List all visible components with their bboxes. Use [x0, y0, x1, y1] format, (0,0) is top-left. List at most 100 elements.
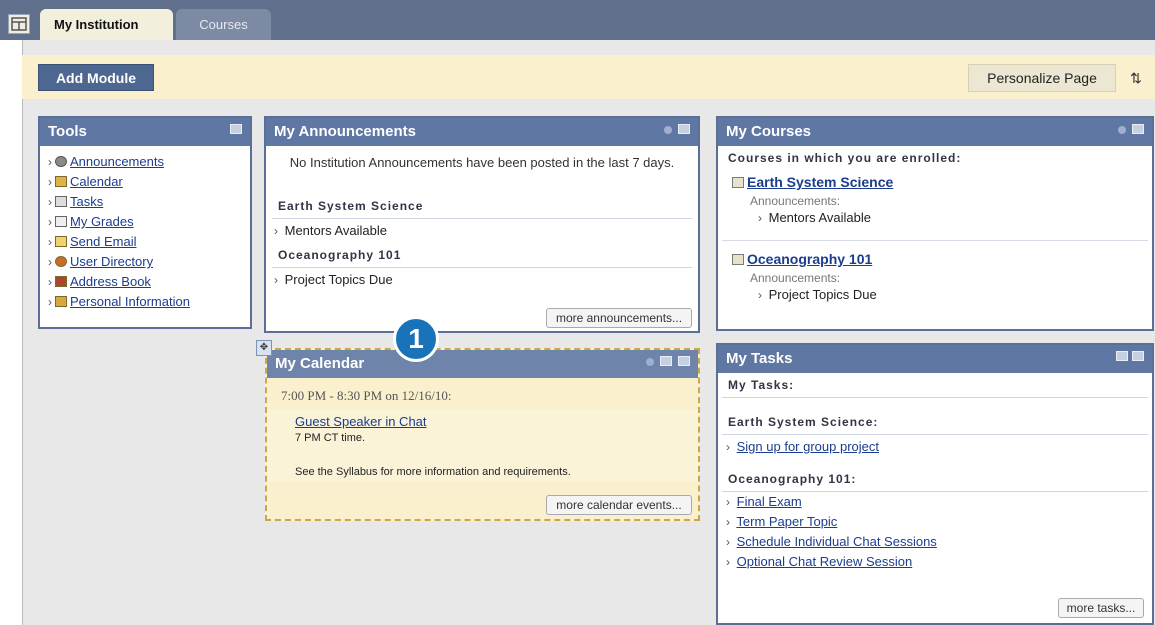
- course-heading: Earth System Science: [272, 194, 692, 219]
- drag-handle-icon[interactable]: ✥: [256, 340, 272, 356]
- module-title: My Calendar: [275, 355, 365, 372]
- chevron-right-icon: ›: [758, 211, 762, 225]
- tool-item-user-directory[interactable]: › User Directory: [48, 252, 250, 272]
- email-icon: [55, 236, 67, 247]
- announcement-item[interactable]: › Mentors Available: [266, 219, 698, 243]
- tool-item-tasks[interactable]: › Tasks: [48, 192, 250, 212]
- tool-link[interactable]: Calendar: [70, 174, 123, 189]
- task-item[interactable]: › Term Paper Topic: [718, 512, 1152, 532]
- tools-list: › Announcements › Calendar › Tasks › My Grad…: [40, 146, 250, 312]
- more-announcements-button[interactable]: more announcements...: [546, 308, 692, 328]
- tasks-module: My Tasks My Tasks: Earth System Science:…: [716, 343, 1154, 625]
- course-link[interactable]: Oceanography 101: [747, 251, 872, 267]
- announcement-item[interactable]: › Project Topics Due: [266, 268, 698, 292]
- tools-module-header[interactable]: Tools: [40, 118, 250, 146]
- course-ann-label: Announcements:: [750, 194, 841, 208]
- task-group-heading: Earth System Science:: [722, 410, 1148, 435]
- tool-link[interactable]: Send Email: [70, 234, 136, 249]
- task-item[interactable]: › Schedule Individual Chat Sessions: [718, 532, 1152, 552]
- personalize-page-button[interactable]: Personalize Page: [968, 64, 1116, 92]
- step-callout-badge: 1: [393, 316, 439, 362]
- chevron-right-icon: ›: [48, 255, 52, 269]
- reorder-arrows-icon[interactable]: ⇅: [1126, 68, 1146, 88]
- tool-item-address-book[interactable]: › Address Book: [48, 272, 250, 292]
- minimize-icon[interactable]: [660, 356, 672, 366]
- edit-settings-icon[interactable]: [664, 126, 672, 134]
- chevron-right-icon: ›: [48, 175, 52, 189]
- courses-module-header[interactable]: My Courses: [718, 118, 1152, 146]
- announcement-empty-message: No Institution Announcements have been p…: [289, 155, 675, 170]
- tool-link[interactable]: Announcements: [70, 154, 164, 169]
- tool-link[interactable]: My Grades: [70, 214, 134, 229]
- personal-info-icon: [55, 296, 67, 307]
- tool-item-send-email[interactable]: › Send Email: [48, 232, 250, 252]
- event-time: 7:00 PM - 8:30 PM on 12/16/10:: [281, 388, 452, 403]
- chevron-right-icon: ›: [726, 535, 730, 549]
- tool-link[interactable]: Address Book: [70, 274, 151, 289]
- chevron-right-icon: ›: [274, 273, 278, 287]
- tool-item-my-grades[interactable]: › My Grades: [48, 212, 250, 232]
- course-entry: Oceanography 101 Announcements: › Projec…: [722, 241, 1148, 311]
- minimize-icon[interactable]: [1132, 124, 1144, 134]
- course-ann-item-label[interactable]: Project Topics Due: [769, 287, 877, 302]
- tasks-icon: [55, 196, 67, 207]
- task-group-heading: Oceanography 101:: [722, 467, 1148, 492]
- tool-link[interactable]: Personal Information: [70, 294, 190, 309]
- more-calendar-events-button[interactable]: more calendar events...: [546, 495, 692, 515]
- address-book-icon: [55, 276, 67, 287]
- task-link[interactable]: Term Paper Topic: [736, 514, 837, 529]
- event-detail: 7 PM CT time.: [295, 432, 366, 444]
- announcements-icon: [55, 156, 67, 167]
- chevron-right-icon: ›: [726, 440, 730, 454]
- course-icon: [732, 254, 744, 265]
- announcements-module-header[interactable]: My Announcements: [266, 118, 698, 146]
- chevron-right-icon: ›: [48, 275, 52, 289]
- edit-settings-icon[interactable]: [1118, 126, 1126, 134]
- minimize-icon[interactable]: [1116, 351, 1128, 361]
- tab-courses[interactable]: Courses: [176, 9, 271, 40]
- tool-link[interactable]: User Directory: [70, 254, 153, 269]
- task-item[interactable]: › Final Exam: [718, 492, 1152, 512]
- task-link[interactable]: Final Exam: [737, 494, 802, 509]
- event-title-link[interactable]: Guest Speaker in Chat: [295, 414, 427, 429]
- tool-item-calendar[interactable]: › Calendar: [48, 172, 250, 192]
- menu-toggle-icon[interactable]: [8, 14, 30, 34]
- courses-module: My Courses Courses in which you are enro…: [716, 116, 1154, 331]
- chevron-right-icon: ›: [274, 224, 278, 238]
- course-ann-label: Announcements:: [750, 271, 841, 285]
- edit-settings-icon[interactable]: [646, 358, 654, 366]
- announcement-label[interactable]: Project Topics Due: [285, 272, 393, 287]
- course-ann-item[interactable]: › Project Topics Due: [732, 287, 1138, 305]
- course-ann-item-label[interactable]: Mentors Available: [769, 210, 871, 225]
- tool-link[interactable]: Tasks: [70, 194, 103, 209]
- course-icon: [732, 177, 744, 188]
- chevron-right-icon: ›: [48, 295, 52, 309]
- add-module-button[interactable]: Add Module: [38, 64, 154, 91]
- more-tasks-button[interactable]: more tasks...: [1058, 598, 1144, 618]
- task-link[interactable]: Optional Chat Review Session: [737, 554, 913, 569]
- tab-my-institution[interactable]: My Institution: [40, 9, 173, 40]
- close-icon[interactable]: [678, 356, 690, 366]
- minimize-icon[interactable]: [678, 124, 690, 134]
- tool-item-personal-information[interactable]: › Personal Information: [48, 292, 250, 312]
- course-heading: Oceanography 101: [272, 243, 692, 268]
- announcement-label[interactable]: Mentors Available: [285, 223, 387, 238]
- calendar-module: My Calendar 7:00 PM - 8:30 PM on 12/16/1…: [265, 348, 700, 521]
- minimize-icon[interactable]: [230, 124, 242, 134]
- close-icon[interactable]: [1132, 351, 1144, 361]
- tasks-module-header[interactable]: My Tasks: [718, 345, 1152, 373]
- event-body: Guest Speaker in Chat 7 PM CT time. See …: [267, 410, 698, 482]
- task-link[interactable]: Sign up for group project: [737, 439, 879, 454]
- course-link[interactable]: Earth System Science: [747, 174, 893, 190]
- course-ann-item[interactable]: › Mentors Available: [732, 210, 1138, 228]
- course-entry: Earth System Science Announcements: › Me…: [722, 170, 1148, 241]
- event-detail: See the Syllabus for more information an…: [295, 466, 571, 478]
- tasks-header: My Tasks:: [722, 373, 1148, 398]
- tool-item-announcements[interactable]: › Announcements: [48, 152, 250, 172]
- calendar-module-header[interactable]: My Calendar: [267, 350, 698, 378]
- chevron-right-icon: ›: [48, 215, 52, 229]
- task-item[interactable]: › Sign up for group project: [718, 435, 1152, 459]
- task-item[interactable]: › Optional Chat Review Session: [718, 552, 1152, 572]
- task-link[interactable]: Schedule Individual Chat Sessions: [737, 534, 937, 549]
- top-navigation-bar: [0, 0, 1155, 40]
